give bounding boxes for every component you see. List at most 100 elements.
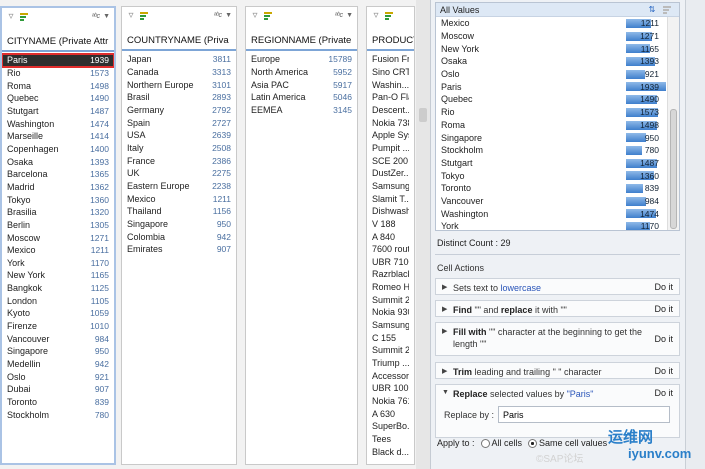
table-row[interactable]: Paris 1939 [2,53,114,68]
table-row[interactable]: Samsung [367,180,414,193]
table-row[interactable]: Spain 2727 [122,116,236,129]
table-row[interactable]: Pumpit ... [367,142,414,155]
table-row[interactable]: Sino CRT [367,66,414,79]
table-row[interactable]: Thailand 1156 [122,205,236,218]
filter-icon[interactable]: ▿ [371,10,381,21]
table-row[interactable]: New York 1165 [2,269,114,282]
table-row[interactable]: Bangkok 1125 [2,282,114,295]
product-column[interactable]: ▿ PRODUCT Fusion FriSino CRT Washin...M Pa… [366,6,415,465]
list-item[interactable]: New York 1165 [436,42,679,55]
table-row[interactable]: Northern Europe 3101 [122,78,236,91]
do-it-button[interactable]: Do it [654,326,673,344]
list-item[interactable]: Moscow 1271 [436,30,679,43]
action-lowercase[interactable]: ▶ Sets text to lowercase Do it [435,278,680,295]
expand-triangle-icon[interactable]: ▶ [442,282,449,291]
table-row[interactable]: Roma 1498 [2,79,114,92]
table-row[interactable]: UK 2275 [122,167,236,180]
sort-icon[interactable]: ⇅ [645,4,659,15]
table-row[interactable]: Nokia 7380 [367,116,414,129]
text-type-icon[interactable]: ᵃᵇc [214,10,222,21]
list-item[interactable]: Quebec 1490 [436,93,679,106]
scrollbar-thumb[interactable] [419,108,427,122]
table-row[interactable]: SCE 200 [367,154,414,167]
column-header[interactable]: PRODUCT [367,31,414,51]
table-row[interactable]: Mexico 1211 [2,244,114,257]
action-trim[interactable]: ▶ Trim leading and trailing " " characte… [435,362,680,379]
table-row[interactable]: Kyoto 1059 [2,307,114,320]
expand-triangle-icon[interactable]: ▶ [442,326,449,335]
table-row[interactable]: A 840 [367,230,414,243]
table-row[interactable]: Japan 3811 [122,53,236,66]
column-header[interactable]: COUNTRYNAME (Priva [122,31,236,51]
table-row[interactable]: A 630 [367,407,414,420]
table-row[interactable]: Singapore 950 [2,345,114,358]
text-type-icon[interactable]: ᵃᵇc [335,10,343,21]
value-list-scrollbar[interactable] [667,17,679,230]
bar-chart-icon[interactable] [139,10,149,21]
table-row[interactable]: Barcelona 1365 [2,168,114,181]
bar-chart-icon[interactable] [384,10,394,21]
regionname-column[interactable]: ▿ ᵃᵇc ▼ REGIONNAME (Private Europe 15789 N… [245,6,358,465]
list-item[interactable]: Oslo 921 [436,68,679,81]
table-row[interactable]: DustZer... [367,167,414,180]
radio-icon[interactable] [480,439,490,449]
value-list[interactable]: All Values ⇅ Mexico 1211 Moscow 1271 New Yor… [435,2,680,231]
table-row[interactable]: Latin America 5046 [246,91,357,104]
table-row[interactable]: Black d... [367,445,414,458]
table-row[interactable]: Mexico 1211 [122,192,236,205]
table-row[interactable]: Emirates 907 [122,243,236,256]
table-row[interactable]: Canada 3313 [122,66,236,79]
table-row[interactable]: Quebec 1490 [2,92,114,105]
do-it-button[interactable]: Do it [654,304,673,314]
table-row[interactable]: SuperBo... [367,420,414,433]
table-row[interactable]: EEMEA 3145 [246,104,357,117]
table-row[interactable]: Brasil 2893 [122,91,236,104]
text-type-icon[interactable]: ᵃᵇc [92,11,100,22]
chevron-down-icon[interactable]: ▼ [346,10,353,21]
do-it-button[interactable]: Do it [654,388,673,398]
table-row[interactable]: Copenhagen 1400 [2,143,114,156]
table-row[interactable]: France 2386 [122,154,236,167]
do-it-button[interactable]: Do it [654,366,673,376]
list-item[interactable]: Paris 1939 [436,80,679,93]
chevron-down-icon[interactable]: ▼ [225,10,232,21]
table-row[interactable]: C 155 [367,331,414,344]
list-item[interactable]: Stutgart 1487 [436,157,679,170]
replace-by-input[interactable] [498,406,671,423]
table-row[interactable]: Stockholm 780 [2,408,114,421]
scrollbar-thumb[interactable] [670,109,677,229]
bar-chart-icon[interactable] [263,10,273,21]
table-row[interactable]: Asia PAC 5917 [246,78,357,91]
list-item[interactable]: Singapore 950 [436,131,679,144]
table-row[interactable]: York 1170 [2,257,114,270]
table-row[interactable]: Madrid 1362 [2,181,114,194]
bar-chart-icon[interactable] [659,4,675,15]
table-row[interactable]: Firenze 1010 [2,320,114,333]
table-row[interactable]: Fusion Fri [367,53,414,66]
table-row[interactable]: Marseille 1414 [2,130,114,143]
table-row[interactable]: Dubai 907 [2,383,114,396]
radio-icon[interactable] [528,439,538,449]
table-row[interactable]: Nokia 7610 [367,395,414,408]
do-it-button[interactable]: Do it [654,282,673,292]
list-item[interactable]: Stockholm 780 [436,144,679,157]
table-row[interactable]: Pan-O Flat [367,91,414,104]
table-row[interactable]: Washin...M [367,78,414,91]
list-item[interactable]: Vancouver 984 [436,195,679,208]
table-row[interactable]: Summit 20 [367,293,414,306]
table-row[interactable]: Romeo H... [367,281,414,294]
table-row[interactable]: Europe 15789 [246,53,357,66]
table-row[interactable]: Berlin 1305 [2,219,114,232]
table-row[interactable]: Tokyo 1360 [2,193,114,206]
list-item[interactable]: Osaka 1393 [436,55,679,68]
list-item[interactable]: Mexico 1211 [436,17,679,30]
table-row[interactable]: UBR 7100 [367,256,414,269]
expand-triangle-icon[interactable]: ▶ [442,366,449,375]
table-row[interactable]: Nokia 9300 [367,306,414,319]
table-row[interactable]: Germany 2792 [122,104,236,117]
table-row[interactable]: Slamit T... [367,192,414,205]
bar-chart-icon[interactable] [19,11,29,22]
table-row[interactable]: Eastern Europe 2238 [122,180,236,193]
column-header[interactable]: CITYNAME (Private Attr [2,32,114,52]
table-row[interactable]: Summit 20 [367,344,414,357]
